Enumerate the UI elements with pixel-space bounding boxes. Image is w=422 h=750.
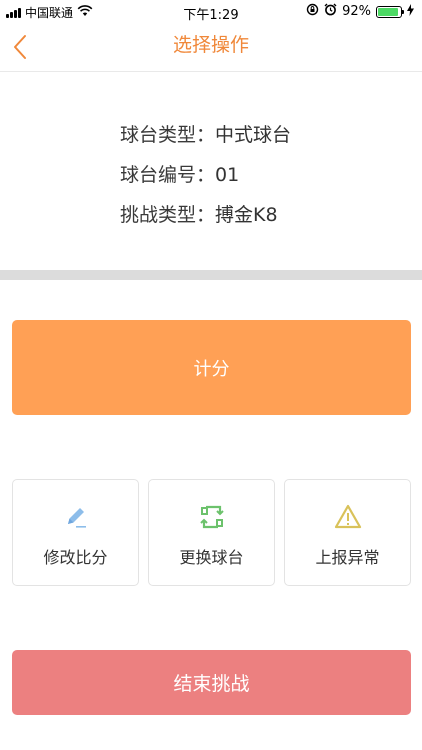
battery-fill xyxy=(378,7,399,16)
report-issue-label: 上报异常 xyxy=(315,548,380,567)
table-number-row: 球台编号：01 xyxy=(120,160,239,187)
charging-icon xyxy=(407,3,414,20)
edit-score-button[interactable]: 修改比分 xyxy=(12,479,139,586)
change-table-button[interactable]: 更换球台 xyxy=(148,479,275,586)
table-info-panel: 球台类型：中式球台 球台编号：01 挑战类型：搏金K8 xyxy=(0,72,422,270)
table-type-label: 球台类型： xyxy=(120,124,216,146)
swap-icon xyxy=(199,505,224,529)
warning-icon xyxy=(334,504,361,529)
challenge-type-row: 挑战类型：搏金K8 xyxy=(120,200,278,227)
challenge-type-label: 挑战类型： xyxy=(120,204,216,226)
score-button[interactable]: 计分 xyxy=(12,320,411,415)
challenge-type-value: 搏金K8 xyxy=(215,204,278,226)
end-challenge-button[interactable]: 结束挑战 xyxy=(12,650,411,715)
table-type-row: 球台类型：中式球台 xyxy=(120,120,291,147)
battery-percent: 92% xyxy=(342,4,371,19)
alarm-icon xyxy=(324,3,337,20)
section-divider xyxy=(0,270,422,280)
pencil-icon xyxy=(67,508,86,528)
score-button-label: 计分 xyxy=(193,358,230,380)
table-number-label: 球台编号： xyxy=(120,164,216,186)
nav-bar: 选择操作 xyxy=(0,24,422,72)
edit-score-label: 修改比分 xyxy=(43,548,108,567)
change-table-label: 更换球台 xyxy=(179,548,244,567)
status-bar: 中国联通 下午1:29 92% xyxy=(0,0,422,24)
page-title: 选择操作 xyxy=(172,34,249,56)
battery-icon xyxy=(376,5,404,18)
table-number-value: 01 xyxy=(215,164,240,186)
status-right: 92% xyxy=(306,3,414,20)
rotation-lock-icon xyxy=(306,3,319,20)
end-challenge-label: 结束挑战 xyxy=(173,673,250,695)
table-type-value: 中式球台 xyxy=(215,124,292,146)
report-issue-button[interactable]: 上报异常 xyxy=(284,479,411,586)
